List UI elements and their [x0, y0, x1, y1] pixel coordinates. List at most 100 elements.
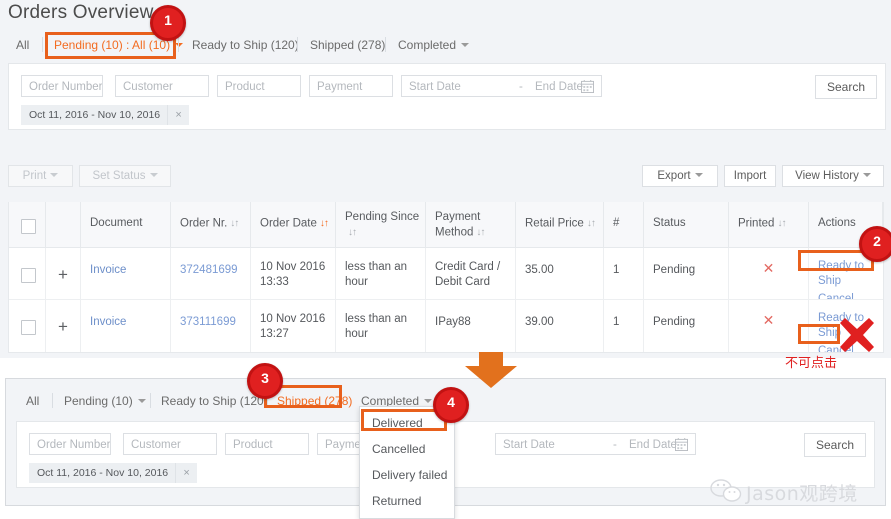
product-input-bottom[interactable]: Product [225, 433, 309, 455]
sort-icon[interactable]: ↓↑ [587, 216, 596, 231]
wechat-icon [710, 479, 742, 502]
header-retail-price-label: Retail Price [525, 217, 584, 230]
header-printed[interactable]: Printed ↓↑ [729, 202, 809, 247]
cell-order-nr: 373111699 [171, 300, 251, 352]
date-filter-chip[interactable]: Oct 11, 2016 - Nov 10, 2016 × [21, 105, 190, 125]
table-header-row: Document Order Nr. ↓↑ Order Date ↓↑ Pendin… [9, 202, 883, 248]
date-dash: - [519, 81, 523, 93]
order-date-time: 13:27 [260, 328, 289, 340]
order-number-input[interactable]: Order Number [21, 75, 103, 97]
product-input[interactable]: Product [217, 75, 301, 97]
cancel-action[interactable]: Cancel [818, 292, 883, 299]
menu-item-returned[interactable]: Returned [360, 491, 454, 511]
cell-payment-method: IPay88 [426, 300, 516, 352]
tab-shipped[interactable]: Shipped (278) [310, 31, 385, 59]
tab-all-bottom[interactable]: All [26, 387, 39, 415]
order-number-link[interactable]: 373111699 [180, 316, 236, 328]
annotation-badge-1: 1 [150, 5, 186, 41]
expand-row-icon[interactable]: + [58, 266, 68, 283]
tab-completed[interactable]: Completed [398, 31, 470, 59]
order-number-link[interactable]: 372481699 [180, 264, 238, 276]
header-order-date[interactable]: Order Date ↓↑ [251, 202, 336, 247]
view-history-label: View History [795, 170, 859, 182]
header-qty[interactable]: # [604, 202, 644, 247]
orders-overview-panel: Orders Overview All Pending (10) : All (… [0, 0, 891, 358]
expand-row-icon[interactable]: + [58, 318, 68, 335]
cell-document: Invoice [81, 300, 171, 352]
completed-dropdown-menu: Delivered Cancelled Delivery failed Retu… [359, 406, 455, 519]
sort-icon[interactable]: ↓↑ [777, 216, 786, 231]
sort-icon-active[interactable]: ↓↑ [320, 216, 329, 231]
select-all-checkbox[interactable] [21, 219, 36, 234]
export-button[interactable]: Export [642, 165, 718, 187]
header-select-all [9, 202, 46, 247]
transition-arrow-icon [465, 352, 517, 388]
header-payment-method[interactable]: Payment Method ↓↑ [426, 202, 516, 247]
sort-icon[interactable]: ↓↑ [348, 225, 425, 240]
invoice-link[interactable]: Invoice [90, 316, 126, 328]
chevron-down-icon[interactable] [694, 173, 703, 178]
table-row: + Invoice 372481699 10 Nov 2016 13:33 les… [9, 248, 883, 300]
calendar-icon[interactable] [581, 80, 594, 93]
end-date-placeholder: End Date [629, 439, 677, 451]
header-expand [46, 202, 81, 247]
tab-completed-label: Completed [398, 38, 457, 52]
tab-ready-to-ship[interactable]: Ready to Ship (120) [192, 31, 299, 59]
search-button[interactable]: Search [815, 75, 877, 99]
calendar-icon[interactable] [675, 438, 688, 451]
tab-divider [150, 393, 151, 408]
header-printed-label: Printed [738, 217, 775, 230]
tab-shipped-bottom[interactable]: Shipped (278) [277, 387, 352, 415]
payment-method-line2: Debit Card [435, 276, 490, 288]
payment-input[interactable]: Payment [309, 75, 393, 97]
customer-input-bottom[interactable]: Customer [123, 433, 217, 455]
cell-order-date: 10 Nov 2016 13:33 [251, 248, 336, 299]
header-status[interactable]: Status [644, 202, 729, 247]
print-button[interactable]: Print [8, 165, 73, 187]
date-range-input[interactable]: Start Date - End Date [401, 75, 602, 97]
invoice-link[interactable]: Invoice [90, 264, 126, 276]
chevron-down-icon[interactable] [137, 399, 146, 404]
watermark-text: Jason观跨境 [746, 483, 858, 505]
menu-item-cancelled[interactable]: Cancelled [360, 439, 454, 459]
set-status-button[interactable]: Set Status [79, 165, 171, 187]
date-filter-chip-bottom[interactable]: Oct 11, 2016 - Nov 10, 2016 × [29, 463, 198, 483]
chevron-down-icon [50, 173, 59, 178]
menu-item-delivery-failed[interactable]: Delivery failed [360, 465, 454, 485]
view-history-button[interactable]: View History [782, 165, 884, 187]
screenshot-root: Orders Overview All Pending (10) : All (… [0, 0, 891, 519]
chevron-down-icon[interactable] [424, 399, 433, 404]
sort-icon[interactable]: ↓↑ [476, 225, 485, 240]
close-icon[interactable]: × [175, 463, 197, 483]
import-button[interactable]: Import [724, 165, 776, 187]
cell-retail-price: 39.00 [516, 300, 604, 352]
chevron-down-icon[interactable] [862, 173, 871, 178]
chevron-down-icon[interactable] [461, 43, 470, 48]
tab-pending-bottom[interactable]: Pending (10) [64, 387, 146, 415]
header-order-nr[interactable]: Order Nr. ↓↑ [171, 202, 251, 247]
cell-payment-method: Credit Card / Debit Card [426, 248, 516, 299]
close-icon[interactable]: × [167, 105, 189, 125]
export-label: Export [657, 170, 691, 182]
sort-icon[interactable]: ↓↑ [230, 216, 239, 231]
date-range-input-bottom[interactable]: Start Date - End Date [495, 433, 696, 455]
order-date-time: 13:33 [260, 276, 289, 288]
search-button-bottom[interactable]: Search [804, 433, 866, 457]
order-number-input-bottom[interactable]: Order Number [29, 433, 111, 455]
header-document[interactable]: Document [81, 202, 171, 247]
cell-pending-since: less than an hour [336, 300, 426, 352]
row-checkbox[interactable] [21, 320, 36, 335]
ready-to-ship-action[interactable]: Ready to Ship [818, 259, 883, 289]
header-pending-since[interactable]: Pending Since ↓↑ [336, 202, 426, 247]
row-checkbox[interactable] [21, 268, 36, 283]
header-retail-price[interactable]: Retail Price ↓↑ [516, 202, 604, 247]
customer-input[interactable]: Customer [115, 75, 209, 97]
not-clickable-note: 不可点击 [785, 356, 838, 371]
order-date-date: 10 Nov 2016 [260, 313, 326, 325]
tab-divider [52, 393, 53, 408]
tab-all[interactable]: All [16, 31, 29, 59]
start-date-placeholder: Start Date [503, 439, 555, 451]
cell-order-nr: 372481699 [171, 248, 251, 299]
cell-status: Pending [644, 300, 729, 352]
chevron-down-icon[interactable] [175, 43, 184, 48]
